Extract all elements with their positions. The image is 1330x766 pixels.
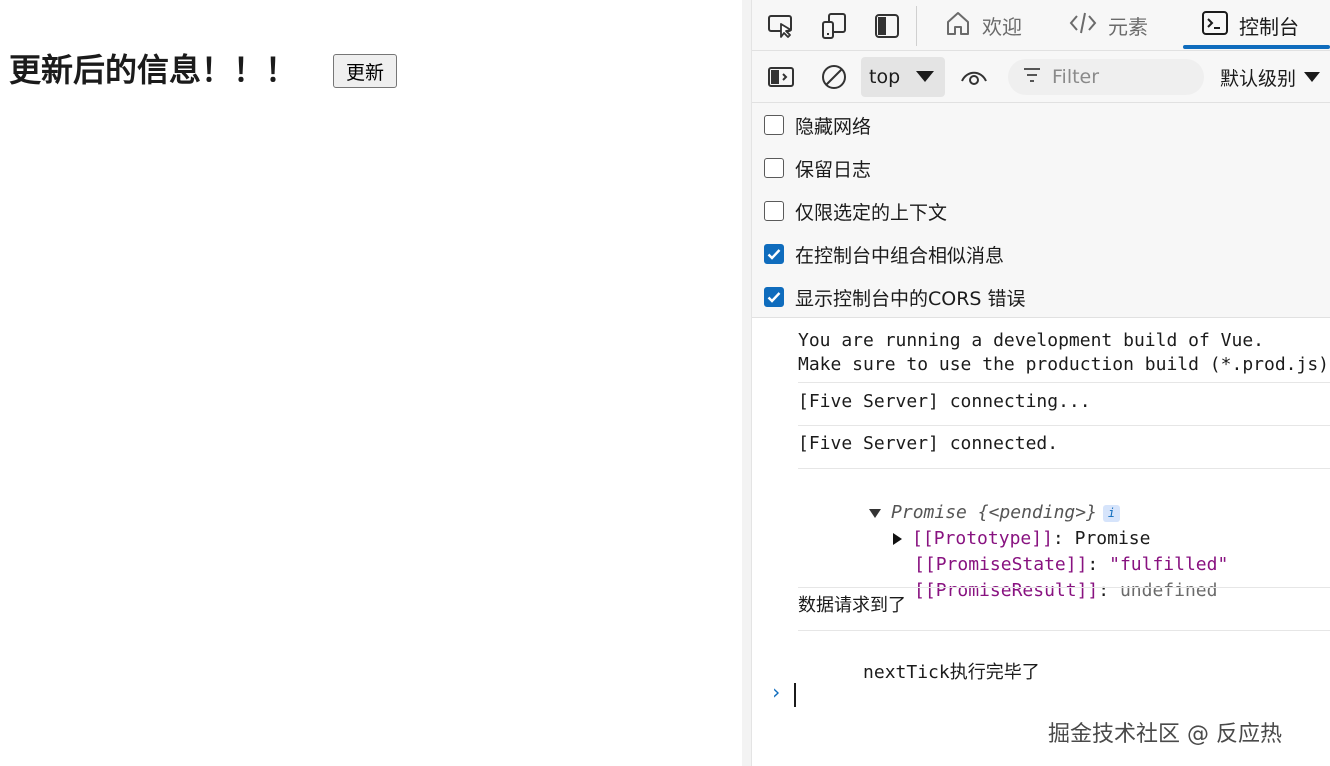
checkbox-preserve-log[interactable] [764, 158, 784, 178]
setting-hide-network[interactable]: 隐藏网络 [764, 110, 871, 140]
filter-box[interactable] [1008, 59, 1204, 95]
nexttick-code: nextTick [863, 662, 950, 683]
tab-welcome[interactable]: 欢迎 [944, 0, 1022, 51]
console-message-five-connected: [Five Server] connected. [798, 433, 1059, 454]
context-selector-value: top [869, 66, 901, 88]
console-input-caret[interactable] [794, 683, 796, 707]
clear-console-icon[interactable] [819, 62, 849, 92]
message-separator [798, 425, 1330, 426]
checkbox-show-cors-errors[interactable] [764, 287, 784, 307]
console-prompt-icon: › [770, 680, 783, 704]
page-content: 更新后的信息！！！ 更新 [0, 0, 742, 766]
setting-label: 仅限选定的上下文 [795, 201, 948, 224]
setting-label: 在控制台中组合相似消息 [795, 244, 1005, 267]
message-separator [798, 382, 1330, 383]
tabbar-divider [916, 6, 917, 46]
setting-show-cors-errors[interactable]: 显示控制台中的CORS 错误 [764, 282, 1026, 312]
checkbox-selected-context-only[interactable] [764, 201, 784, 221]
filter-input[interactable] [1052, 66, 1182, 88]
log-level-value: 默认级别 [1220, 67, 1297, 90]
setting-group-similar[interactable]: 在控制台中组合相似消息 [764, 239, 1004, 269]
checkbox-group-similar[interactable] [764, 244, 784, 264]
watermark: 掘金技术社区 @ 反应热 [1048, 722, 1282, 747]
setting-label: 隐藏网络 [795, 115, 872, 138]
tab-elements[interactable]: 元素 [1068, 0, 1148, 51]
checkmark-icon [767, 292, 781, 303]
code-icon [1068, 10, 1098, 41]
message-separator [798, 630, 1330, 631]
nexttick-text: 执行完毕了 [949, 662, 1040, 683]
devtools-panel: 欢迎 元素 控制台 top Filter 默认级别 隐藏网络 保留日志 仅限选定… [752, 0, 1330, 766]
checkmark-icon [767, 249, 781, 260]
console-toolbar: top 默认级别 [752, 51, 1330, 103]
checkbox-hide-network[interactable] [764, 115, 784, 135]
tab-console[interactable]: 控制台 [1201, 0, 1299, 51]
page-heading: 更新后的信息！！！ [9, 51, 298, 89]
dock-side-icon[interactable] [872, 11, 902, 41]
tab-welcome-label: 欢迎 [982, 15, 1022, 39]
setting-label: 显示控制台中的CORS 错误 [795, 287, 1026, 310]
tab-elements-label: 元素 [1108, 15, 1148, 39]
setting-selected-context-only[interactable]: 仅限选定的上下文 [764, 196, 947, 226]
inspect-element-icon[interactable] [766, 11, 796, 41]
active-tab-indicator [1183, 45, 1330, 49]
filter-icon [1022, 66, 1042, 88]
setting-preserve-log[interactable]: 保留日志 [764, 153, 871, 183]
chevron-down-icon [1304, 72, 1321, 82]
devtools-tabbar: 欢迎 元素 控制台 [752, 0, 1330, 51]
live-expression-eye-icon[interactable] [959, 62, 989, 92]
console-message-vue-2: Make sure to use the production build (*… [798, 354, 1330, 375]
home-icon [944, 9, 972, 42]
message-separator [798, 468, 1330, 469]
console-message-data: 数据请求到了 [798, 595, 906, 616]
sidebar-toggle-icon[interactable] [766, 62, 796, 92]
device-emulation-icon[interactable] [819, 11, 849, 41]
panel-splitter[interactable] [742, 0, 752, 766]
console-settings: 隐藏网络 保留日志 仅限选定的上下文 在控制台中组合相似消息 显示控制台中的CO… [752, 103, 1330, 318]
message-separator [798, 587, 1330, 588]
chevron-down-icon [916, 71, 934, 82]
console-output: You are running a development build of V… [752, 318, 1330, 766]
update-button[interactable]: 更新 [333, 54, 397, 88]
console-icon [1201, 10, 1229, 41]
console-message-nexttick: nextTick执行完毕了 [798, 637, 1330, 709]
tab-console-label: 控制台 [1239, 15, 1299, 39]
setting-label: 保留日志 [795, 158, 872, 181]
log-level-selector[interactable]: 默认级别 [1220, 63, 1321, 91]
context-selector[interactable]: top [861, 57, 945, 97]
console-message-vue-1: You are running a development build of V… [798, 330, 1264, 351]
console-message-five-connecting: [Five Server] connecting... [798, 391, 1091, 412]
